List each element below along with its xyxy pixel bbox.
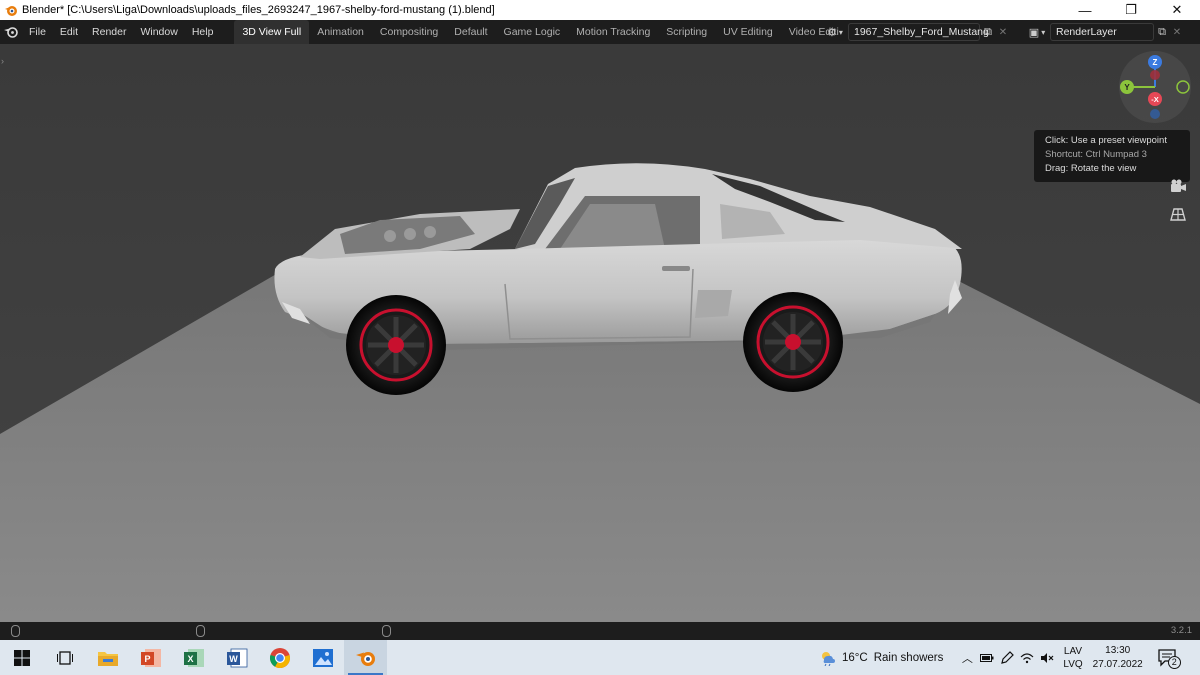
blender-logo-menu[interactable] — [0, 20, 22, 44]
taskbar-chrome[interactable] — [258, 640, 301, 675]
folder-icon — [97, 651, 118, 666]
weather-condition: Rain showers — [873, 651, 944, 664]
minimize-button[interactable]: — — [1062, 0, 1108, 20]
front-wheel — [346, 295, 446, 395]
rear-wheel — [743, 292, 843, 392]
taskbar-photos[interactable] — [301, 640, 344, 675]
volume-muted-icon[interactable] — [1037, 640, 1057, 675]
close-button[interactable]: ✕ — [1154, 0, 1200, 20]
gizmo-z-label: Z — [1153, 58, 1158, 67]
start-button[interactable] — [0, 640, 43, 675]
task-view-icon — [56, 650, 73, 665]
notification-center-button[interactable]: 2 — [1153, 640, 1183, 675]
language-code: LAV — [1063, 645, 1083, 657]
powerpoint-icon: P — [140, 648, 161, 667]
show-hidden-icons-chevron-up-icon[interactable]: ︿ — [957, 640, 977, 675]
viewport-scene — [0, 44, 1200, 622]
delete-scene-icon[interactable]: ✕ — [996, 23, 1010, 41]
word-icon: W — [226, 648, 247, 667]
system-tray: 16°C Rain showers ︿ LAV LVQ 13:30 27.07.… — [820, 640, 1183, 675]
weather-temperature: 16°C — [842, 651, 868, 664]
blender-topbar: File Edit Render Window Help 3D View Ful… — [0, 20, 1200, 44]
new-viewlayer-icon[interactable]: ⧉ — [1154, 23, 1170, 41]
rain-cloud-icon — [822, 651, 835, 666]
chevron-down-icon: ▾ — [838, 27, 843, 37]
blender-logo-icon — [4, 27, 18, 38]
windows-logo-icon — [13, 649, 30, 666]
taskbar-file-explorer[interactable] — [86, 640, 129, 675]
scene-browse-button[interactable]: ⚙ ▾ — [822, 22, 848, 42]
windows-taskbar: P X W 16°C Rain showers ︿ LAV LVQ 13:30 … — [0, 640, 1200, 675]
weather-widget[interactable]: 16°C Rain showers — [820, 650, 943, 666]
mouse-middle-icon — [196, 625, 205, 637]
notification-count: 2 — [1167, 656, 1181, 669]
tab-compositing[interactable]: Compositing — [372, 22, 446, 42]
taskbar-word[interactable]: W — [215, 640, 258, 675]
svg-text:W: W — [229, 654, 238, 664]
viewlayer-icon: ▣ — [1028, 26, 1040, 39]
viewlayer-name-field[interactable]: RenderLayer — [1050, 23, 1154, 41]
menu-edit[interactable]: Edit — [53, 20, 85, 44]
3d-viewport[interactable]: › Z Y -X Click: Use a preset viewpoint S… — [0, 44, 1200, 622]
svg-text:P: P — [144, 654, 150, 664]
blender-taskbar-icon — [355, 651, 375, 666]
camera-view-icon[interactable] — [1168, 178, 1188, 199]
clock[interactable]: 13:30 27.07.2022 — [1093, 644, 1143, 672]
tab-game-logic[interactable]: Game Logic — [496, 22, 569, 42]
tab-motion-tracking[interactable]: Motion Tracking — [568, 22, 658, 42]
photos-icon — [312, 648, 333, 667]
battery-icon[interactable] — [977, 640, 997, 675]
tab-animation[interactable]: Animation — [309, 22, 372, 42]
blender-version: 3.2.1 — [1170, 625, 1192, 636]
tooltip-line-2: Shortcut: Ctrl Numpad 3 — [1045, 149, 1147, 160]
chrome-icon — [269, 647, 290, 668]
tooltip-line-3: Drag: Rotate the view — [1045, 163, 1137, 174]
mouse-right-icon — [382, 625, 391, 637]
menu-render[interactable]: Render — [85, 20, 133, 44]
window-titlebar: Blender* [C:\Users\Liga\Downloads\upload… — [0, 0, 1200, 20]
scene-icon: ⚙ — [827, 26, 837, 39]
clock-date: 27.07.2022 — [1092, 658, 1143, 670]
taskbar-excel[interactable]: X — [172, 640, 215, 675]
input-language-indicator[interactable]: LAV LVQ — [1063, 645, 1082, 671]
gizmo-neg-x-label: -X — [1151, 95, 1159, 104]
task-view-button[interactable] — [43, 640, 86, 675]
blender-statusbar: 3.2.1 — [0, 622, 1200, 640]
tooltip-line-1: Click: Use a preset viewpoint — [1045, 135, 1167, 146]
chevron-down-icon: ▾ — [1041, 27, 1046, 37]
delete-viewlayer-icon[interactable]: ✕ — [1170, 23, 1184, 41]
restore-button[interactable]: ❐ — [1108, 0, 1154, 20]
pen-workspace-icon[interactable] — [997, 640, 1017, 675]
toolbar-expand-arrow-icon[interactable]: › — [1, 56, 4, 66]
viewlayer-browse-button[interactable]: ▣ ▾ — [1024, 22, 1050, 42]
orthographic-toggle-icon[interactable] — [1168, 206, 1188, 227]
new-scene-icon[interactable]: ⧉ — [980, 23, 996, 41]
gizmo-tooltip: Click: Use a preset viewpoint Shortcut: … — [1034, 130, 1190, 182]
taskbar-blender[interactable] — [344, 640, 387, 675]
menu-window[interactable]: Window — [133, 20, 184, 44]
menu-help[interactable]: Help — [185, 20, 221, 44]
gizmo-y-label: Y — [1124, 83, 1130, 92]
scene-name-field[interactable]: 1967_Shelby_Ford_Mustang — [848, 23, 989, 41]
tab-3d-view-full[interactable]: 3D View Full — [234, 20, 310, 44]
navigation-gizmo[interactable]: Z Y -X — [1118, 50, 1192, 124]
menu-file[interactable]: File — [22, 20, 53, 44]
mouse-left-icon — [11, 625, 20, 637]
tab-uv-editing[interactable]: UV Editing — [715, 22, 781, 42]
blender-app-icon — [5, 6, 17, 16]
window-title: Blender* [C:\Users\Liga\Downloads\upload… — [22, 4, 495, 16]
tab-scripting[interactable]: Scripting — [658, 22, 715, 42]
wifi-icon[interactable] — [1017, 640, 1037, 675]
clock-time: 13:30 — [1105, 644, 1131, 656]
svg-text:X: X — [187, 654, 193, 664]
taskbar-powerpoint[interactable]: P — [129, 640, 172, 675]
tab-default[interactable]: Default — [446, 22, 495, 42]
excel-icon: X — [183, 648, 204, 667]
keyboard-layout-code: LVQ — [1063, 658, 1083, 670]
